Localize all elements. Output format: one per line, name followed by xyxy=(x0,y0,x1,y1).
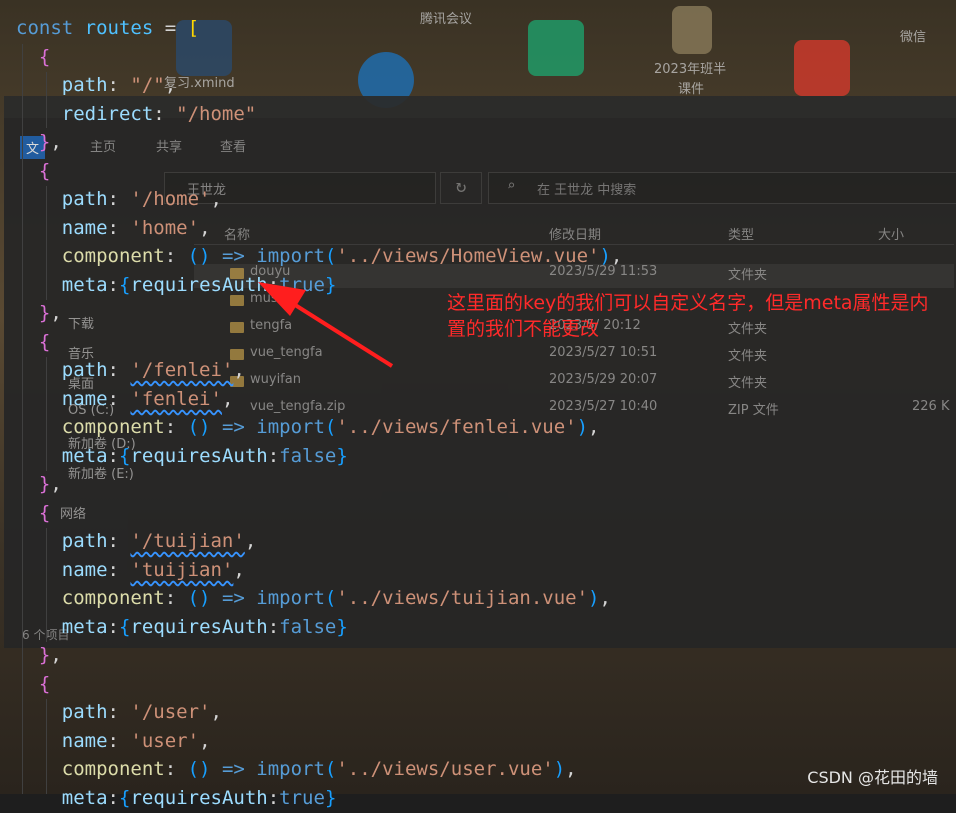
annotation-note: 这里面的key的我们可以自定义名字，但是meta属性是内置的我们不能更改 xyxy=(447,292,929,340)
annotation-arrow xyxy=(258,282,394,368)
watermark: CSDN @花田的墙 xyxy=(807,768,938,787)
